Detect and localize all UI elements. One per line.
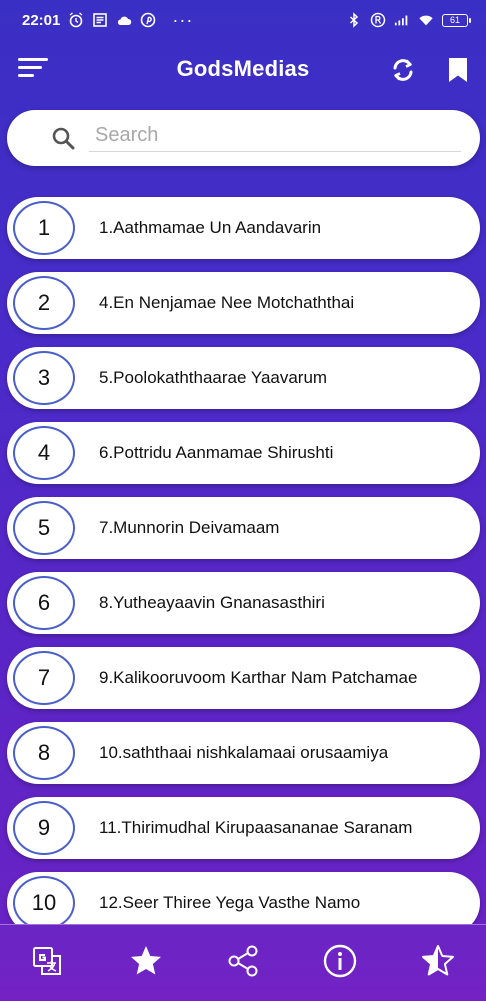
- share-icon: [228, 945, 258, 977]
- song-number: 4: [13, 426, 75, 480]
- song-number: 6: [13, 576, 75, 630]
- song-item[interactable]: 8 10.saththaai nishkalamaai orusaamiya: [7, 722, 480, 784]
- song-item[interactable]: 9 11.Thirimudhal Kirupaasananae Saranam: [7, 797, 480, 859]
- song-number: 5: [13, 501, 75, 555]
- registered-icon: [370, 12, 386, 28]
- share-button[interactable]: [225, 943, 261, 979]
- app-bar: GodsMedias: [0, 42, 486, 98]
- translate-icon: [33, 947, 61, 975]
- song-title: 1.Aathmamae Un Aandavarin: [99, 218, 322, 237]
- search-icon: [52, 127, 75, 150]
- song-title: 6.Pottridu Aanmamae Shirushti: [99, 443, 334, 462]
- signal-icon: [394, 15, 408, 26]
- search-input[interactable]: [89, 122, 461, 152]
- rate-button[interactable]: [420, 943, 456, 979]
- info-icon: [323, 944, 357, 978]
- song-item[interactable]: 7 9.Kalikooruvoom Karthar Nam Patchamae: [7, 647, 480, 709]
- song-number: 2: [13, 276, 75, 330]
- song-number: 3: [13, 351, 75, 405]
- song-item[interactable]: 1 1.Aathmamae Un Aandavarin: [7, 197, 480, 259]
- song-title: 8.Yutheayaavin Gnanasasthiri: [99, 593, 325, 612]
- favorites-button[interactable]: [128, 943, 164, 979]
- song-title: 5.Poolokaththaarae Yaavarum: [99, 368, 328, 387]
- song-number: 8: [13, 726, 75, 780]
- song-item[interactable]: 5 7.Munnorin Deivamaam: [7, 497, 480, 559]
- status-right: 61: [346, 12, 471, 28]
- song-item[interactable]: 10 12.Seer Thiree Yega Vasthe Namo: [7, 872, 480, 926]
- news-icon: [93, 13, 108, 27]
- song-title: 11.Thirimudhal Kirupaasananae Saranam: [99, 818, 413, 837]
- bottom-navigation: [0, 924, 486, 1001]
- cloud-icon: [118, 16, 132, 25]
- status-left: 22:01 ···: [22, 10, 193, 31]
- star-icon: [131, 946, 161, 975]
- song-item[interactable]: 4 6.Pottridu Aanmamae Shirushti: [7, 422, 480, 484]
- song-item[interactable]: 3 5.Poolokaththaarae Yaavarum: [7, 347, 480, 409]
- song-item[interactable]: 6 8.Yutheayaavin Gnanasasthiri: [7, 572, 480, 634]
- search-bar: [7, 110, 480, 166]
- pinterest-icon: [141, 12, 156, 28]
- song-title: 12.Seer Thiree Yega Vasthe Namo: [99, 893, 361, 912]
- status-time: 22:01: [22, 11, 61, 29]
- wifi-icon: [419, 15, 433, 26]
- translate-button[interactable]: [29, 943, 65, 979]
- song-number: 10: [13, 876, 75, 926]
- song-title: 9.Kalikooruvoom Karthar Nam Patchamae: [99, 668, 418, 687]
- battery-indicator: 61: [442, 13, 471, 27]
- bluetooth-icon: [349, 12, 359, 28]
- song-title: 10.saththaai nishkalamaai orusaamiya: [99, 743, 389, 762]
- sync-icon[interactable]: [389, 56, 417, 84]
- bookmark-icon[interactable]: [447, 57, 469, 83]
- song-item[interactable]: 2 4.En Nenjamae Nee Motchaththai: [7, 272, 480, 334]
- battery-level: 61: [449, 15, 460, 25]
- song-title: 7.Munnorin Deivamaam: [99, 518, 280, 537]
- song-list: 1 1.Aathmamae Un Aandavarin 2 4.En Nenja…: [0, 194, 486, 926]
- alarm-icon: [69, 12, 83, 28]
- song-number: 7: [13, 651, 75, 705]
- more-notifications: ···: [172, 9, 194, 30]
- song-number: 1: [13, 201, 75, 255]
- status-bar: 22:01 ··· 61: [0, 0, 486, 40]
- rate-star-icon: [422, 945, 454, 976]
- song-title: 4.En Nenjamae Nee Motchaththai: [99, 293, 355, 312]
- song-number: 9: [13, 801, 75, 855]
- info-button[interactable]: [322, 943, 358, 979]
